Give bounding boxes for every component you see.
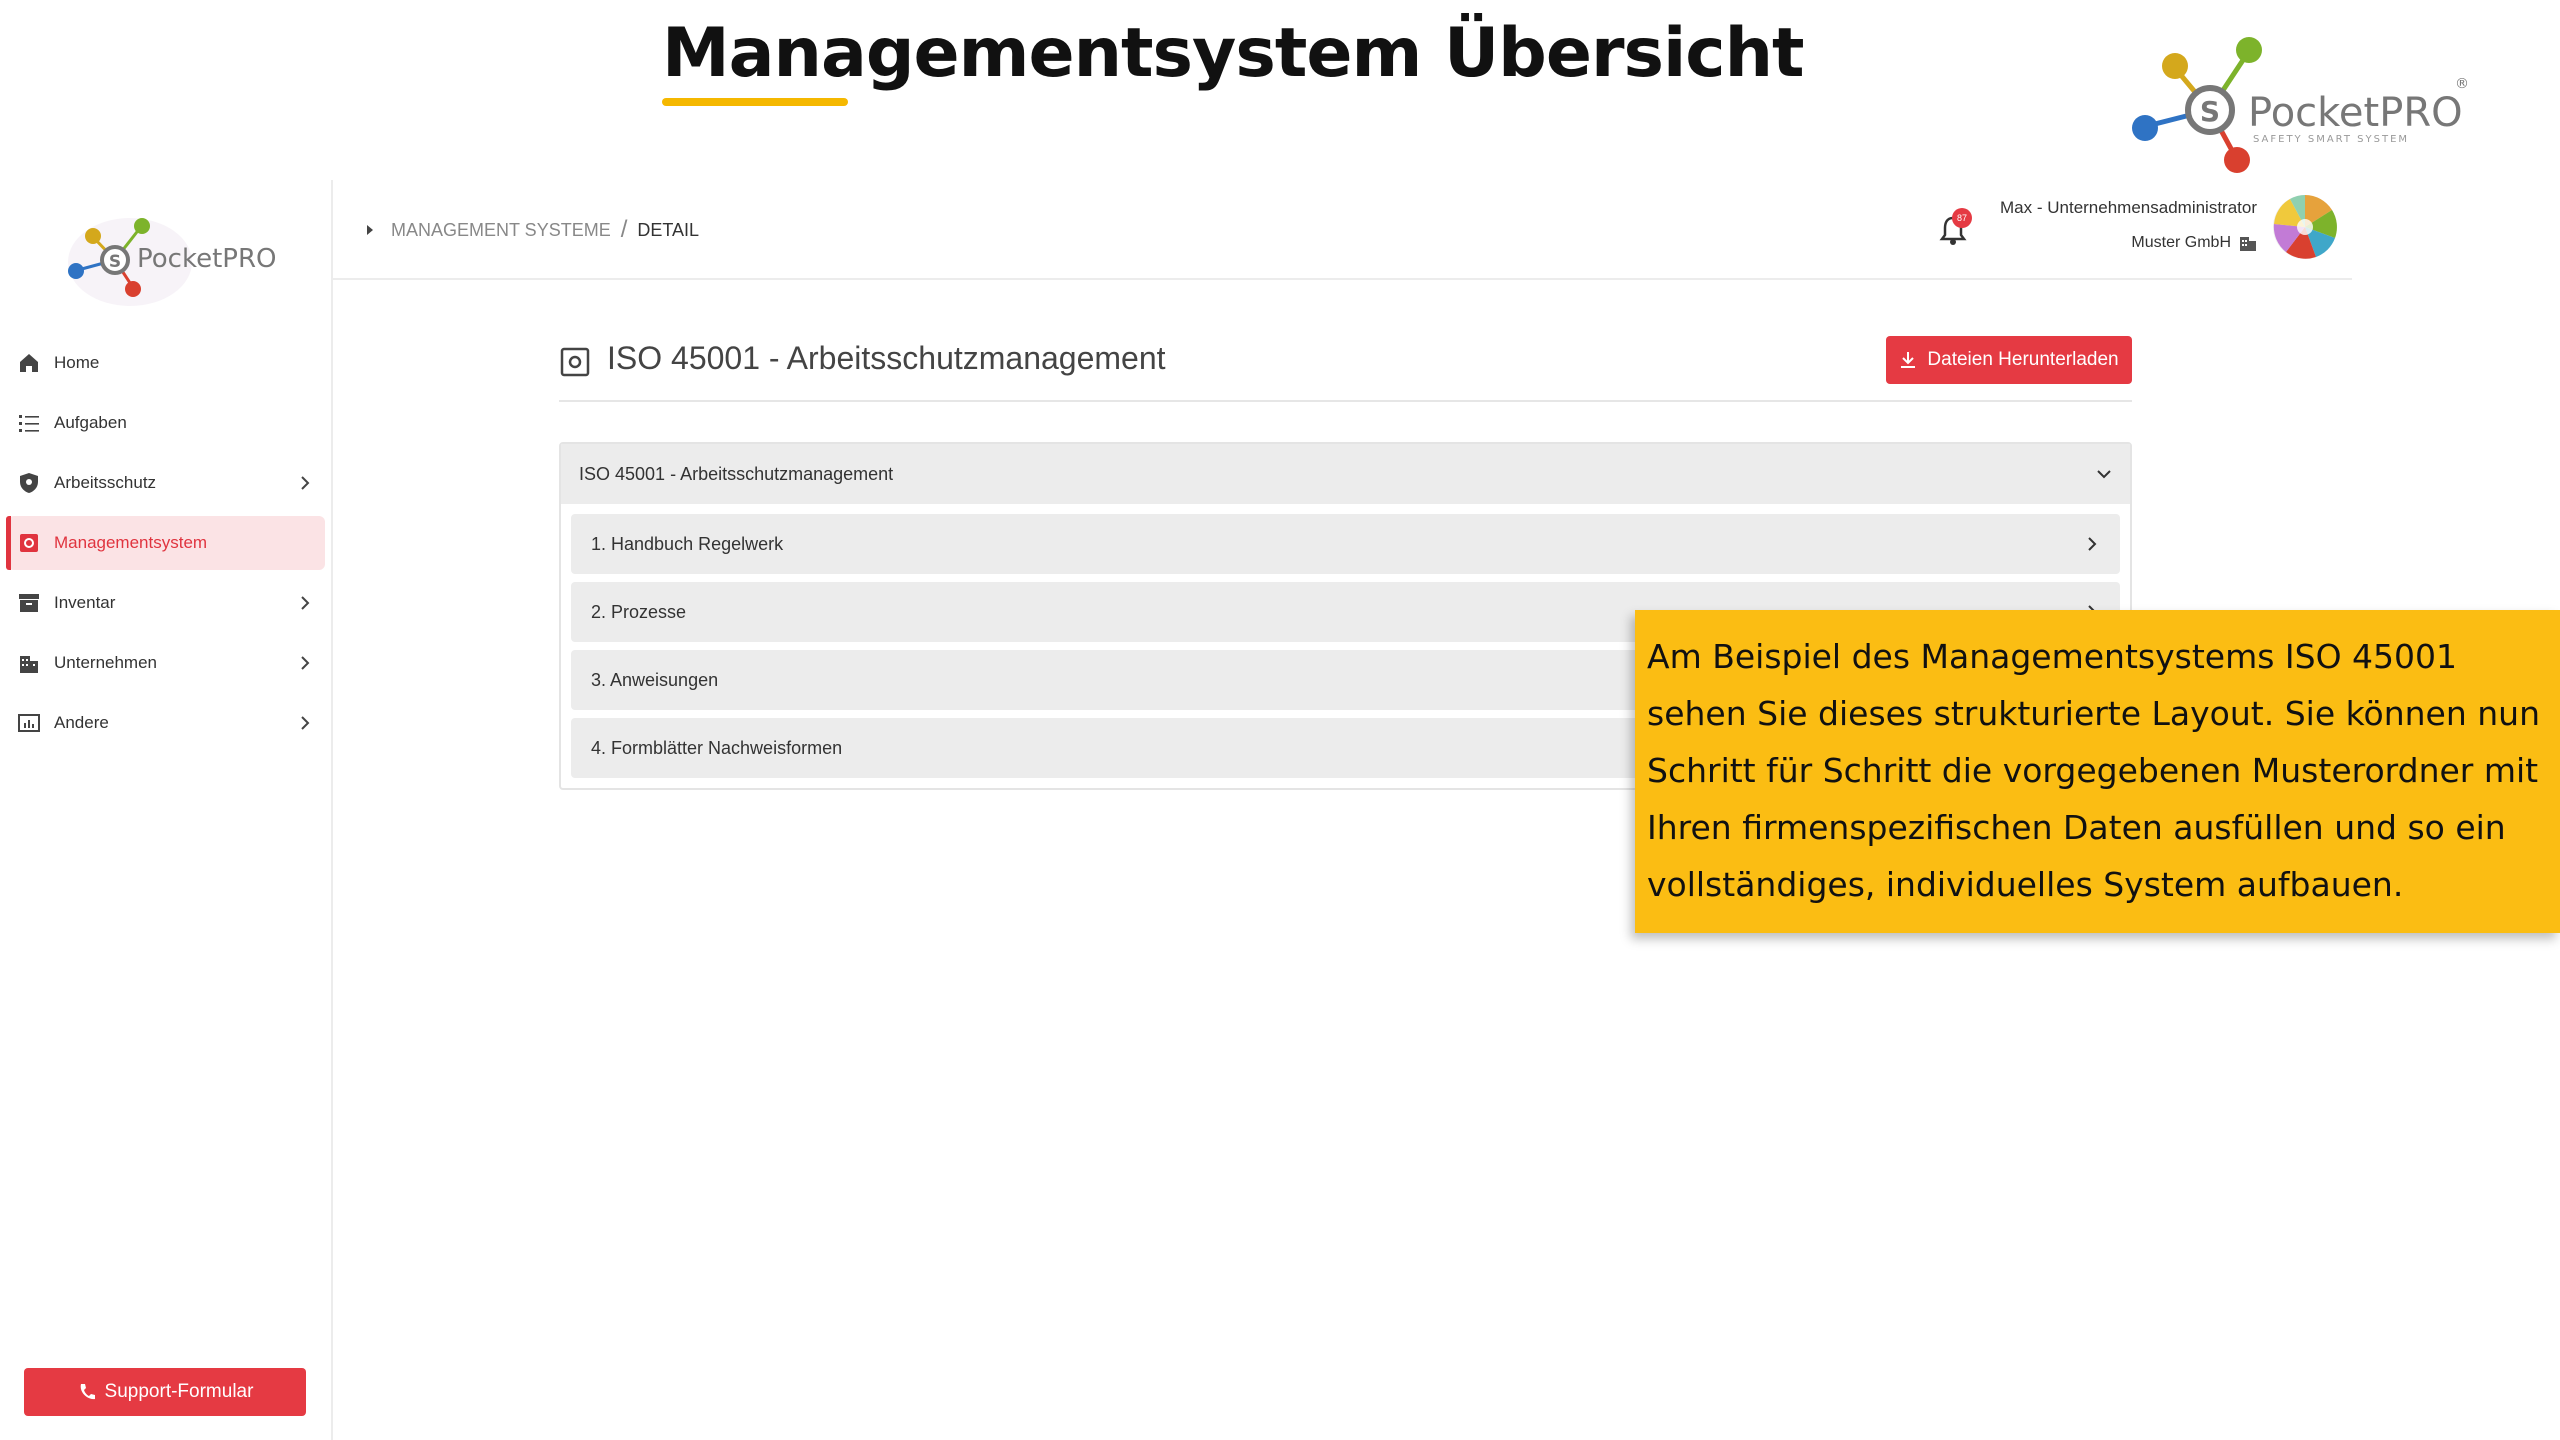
shield-icon [16,470,42,496]
sidebar-item-home[interactable]: Home [8,336,325,390]
sidebar-nav: Home Aufgaben Arbeitsschutz Managementsy… [0,336,333,756]
user-company[interactable]: Muster GmbH [2131,234,2257,252]
building-icon [16,650,42,676]
logo-tagline: SAFETY SMART SYSTEM [2253,134,2409,145]
folder-label: 4. Formblätter Nachweisformen [591,737,843,758]
sidebar-item-inventar[interactable]: Inventar [8,576,325,630]
download-files-button[interactable]: Dateien Herunterladen [1886,336,2132,384]
sidebar-logo-wordmark: PocketPRO [137,244,276,274]
logo-wordmark: PocketPRO [2248,90,2463,136]
chevron-right-icon [2088,537,2097,551]
sidebar-item-label: Inventar [54,593,116,612]
avatar[interactable] [2272,194,2338,260]
topbar: MANAGEMENT SYSTEME / DETAIL 87 Max - Unt… [333,180,2352,280]
cog-square-icon [16,530,42,556]
download-icon [1901,352,1916,368]
folder-label: 3. Anweisungen [591,669,719,690]
accordion-header[interactable]: ISO 45001 - Arbeitsschutzmanagement [561,444,2130,504]
folder-item[interactable]: 1. Handbuch Regelwerk [571,514,2120,574]
support-form-button[interactable]: Support-Formular [24,1368,306,1416]
chevron-down-icon [2097,470,2111,479]
caret-right-icon [367,225,373,235]
page-title: ISO 45001 - Arbeitsschutzmanagement [607,340,1166,376]
chevron-right-icon [301,656,310,670]
breadcrumb-link-management-systeme[interactable]: MANAGEMENT SYSTEME [391,220,611,241]
support-button-label: Support-Formular [104,1381,254,1402]
user-name[interactable]: Max - Unternehmensadministrator [2000,198,2257,218]
folder-label: 2. Prozesse [591,601,687,622]
sidebar-item-label: Unternehmen [54,653,158,672]
sidebar-item-aufgaben[interactable]: Aufgaben [8,396,325,450]
breadcrumb-separator: / [620,216,628,243]
company-name: Muster GmbH [2131,234,2231,251]
svg-text:S: S [2200,95,2220,128]
chevron-right-icon [301,476,310,490]
breadcrumb-current: DETAIL [637,219,700,240]
explanation-callout: Am Beispiel des Managementsystems ISO 45… [1635,610,2560,933]
chevron-right-icon [301,596,310,610]
home-icon [16,350,42,376]
phone-icon [80,1384,95,1400]
sidebar-item-label: Home [54,353,100,372]
chevron-right-icon [301,716,310,730]
title-underline [662,98,848,106]
accordion-title: ISO 45001 - Arbeitsschutzmanagement [579,463,894,484]
sidebar-item-arbeitsschutz[interactable]: Arbeitsschutz [8,456,325,510]
sidebar-item-label: Managementsystem [54,533,208,552]
sidebar: S PocketPRO Home Aufgaben Arbeitsschutz … [0,180,333,1440]
callout-text: Am Beispiel des Managementsystems ISO 45… [1647,637,2541,904]
sidebar-item-label: Aufgaben [54,413,127,432]
folder-label: 1. Handbuch Regelwerk [591,533,784,554]
archive-icon [16,590,42,616]
notification-badge: 87 [1952,208,1972,228]
cog-square-icon [560,347,590,377]
svg-text:®: ® [2455,76,2469,92]
chart-box-icon [16,710,42,736]
building-icon [2240,237,2256,251]
list-icon [16,410,42,436]
sidebar-item-unternehmen[interactable]: Unternehmen [8,636,325,690]
sidebar-item-managementsystem[interactable]: Managementsystem [6,516,325,570]
download-button-label: Dateien Herunterladen [1927,349,2119,370]
sidebar-item-andere[interactable]: Andere [8,696,325,750]
sidebar-logo[interactable]: S PocketPRO [60,202,280,312]
sidebar-item-label: Arbeitsschutz [54,473,157,492]
slide-title: Managementsystem Übersicht [662,14,1805,93]
svg-text:S: S [109,252,121,272]
breadcrumb: MANAGEMENT SYSTEME / DETAIL [363,216,699,244]
sidebar-item-label: Andere [54,713,109,732]
pocketpro-logo: S PocketPRO SAFETY SMART SYSTEM ® [2132,37,2469,173]
page-header: ISO 45001 - Arbeitsschutzmanagement Date… [559,336,2132,402]
